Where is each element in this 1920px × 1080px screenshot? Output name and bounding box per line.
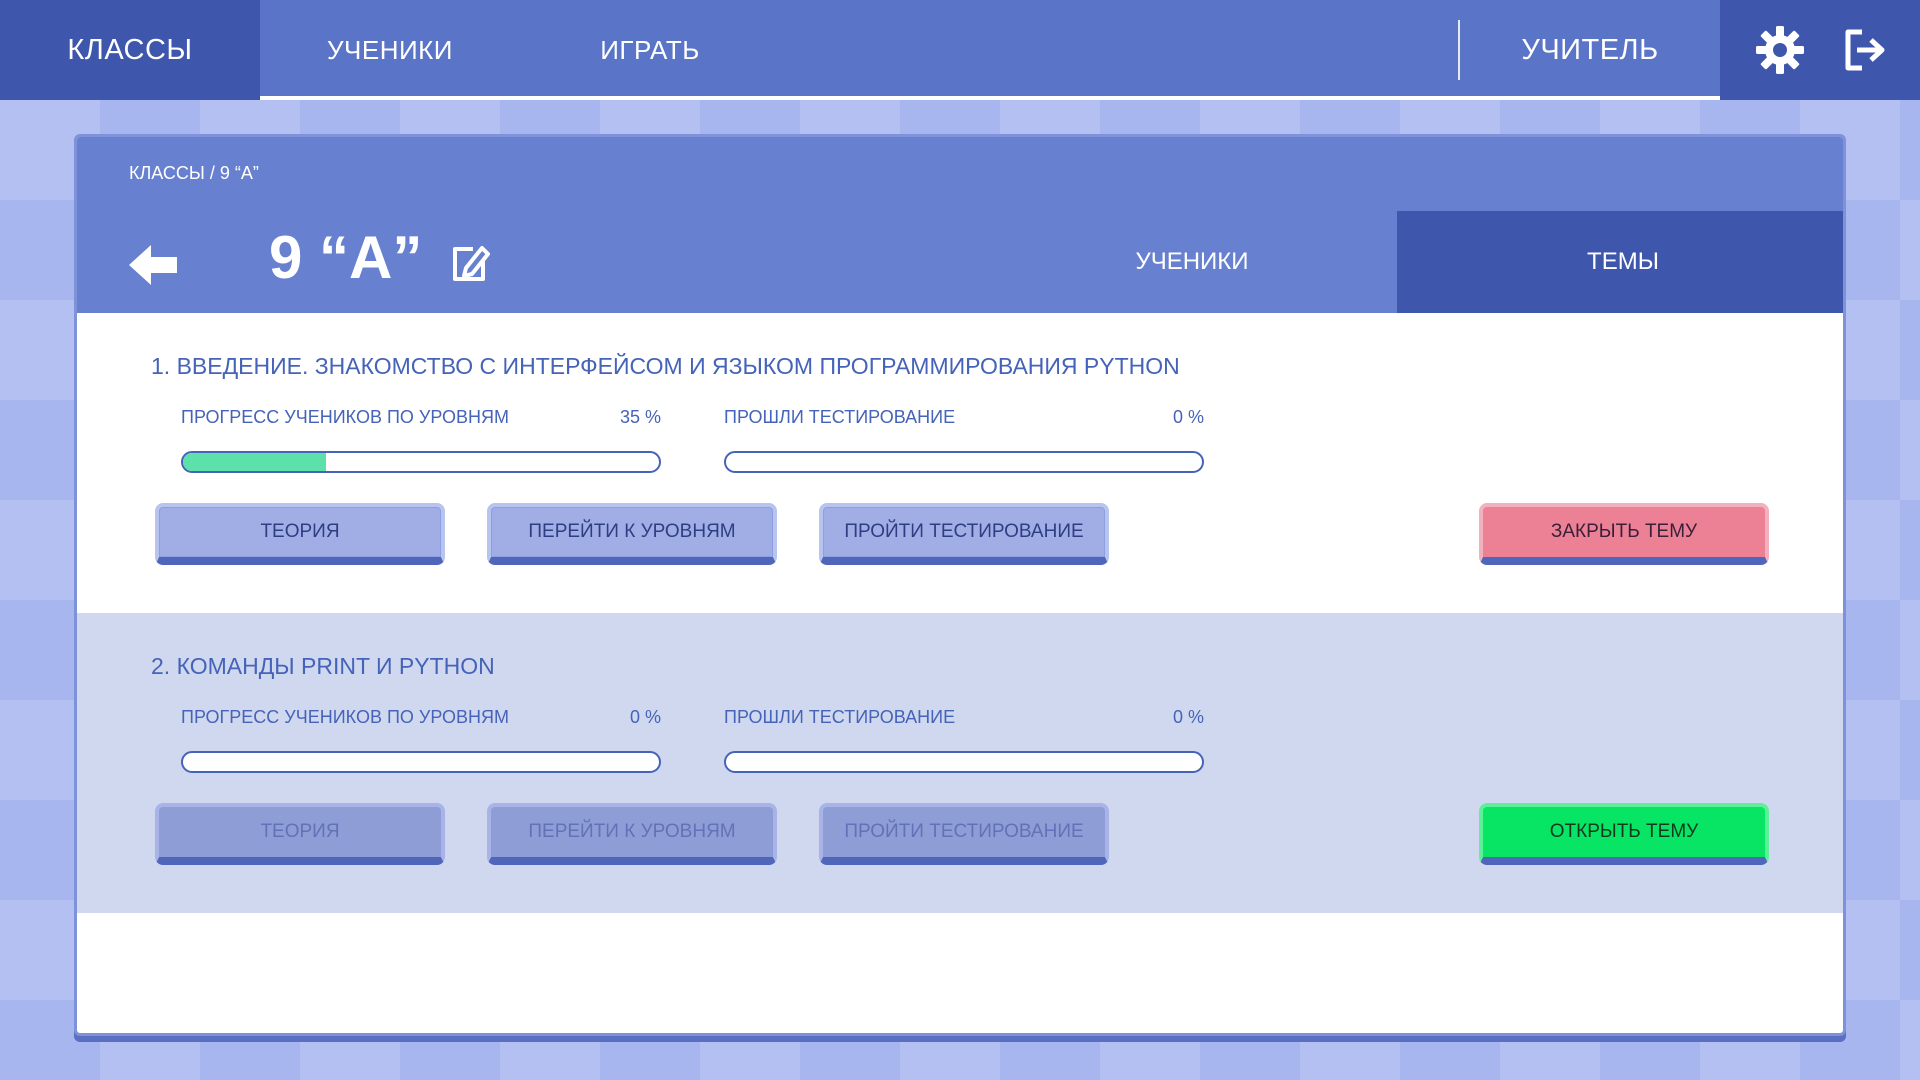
take-test-button[interactable]: ПРОЙТИ ТЕСТИРОВАНИЕ: [819, 803, 1109, 865]
test-label: ПРОШЛИ ТЕСТИРОВАНИЕ: [724, 707, 956, 727]
open-topic-button[interactable]: ОТКРЫТЬ ТЕМУ: [1479, 803, 1769, 865]
close-topic-button[interactable]: ЗАКРЫТЬ ТЕМУ: [1479, 503, 1769, 565]
progress-label: ПРОГРЕСС УЧЕНИКОВ ПО УРОВНЯМ: [181, 407, 509, 427]
panel-header: КЛАССЫ / 9 “А” 9 “А” УЧЕНИКИ ТЕМЫ: [77, 137, 1843, 313]
nav-user-role[interactable]: УЧИТЕЛЬ: [1480, 0, 1700, 100]
progress-fill: [183, 453, 326, 471]
nav-divider: [1458, 20, 1460, 80]
edit-icon[interactable]: [449, 243, 491, 285]
arrow-left-icon[interactable]: [125, 237, 181, 293]
progress-value: 0 %: [629, 707, 661, 727]
nav-tools: [1720, 0, 1920, 100]
test-progress-bar: [724, 751, 1204, 773]
top-nav-bar: КЛАССЫ УЧЕНИКИ ИГРАТЬ УЧИТЕЛЬ: [0, 0, 1920, 100]
test-progress-bar: [724, 451, 1204, 473]
go-to-levels-button[interactable]: ПЕРЕЙТИ К УРОВНЯМ: [487, 803, 777, 865]
nav-play[interactable]: ИГРАТЬ: [560, 0, 740, 100]
theory-button[interactable]: ТЕОРИЯ: [155, 803, 445, 865]
test-value: 0 %: [1172, 407, 1204, 427]
progress-bar: [181, 751, 661, 773]
class-title: 9 “А”: [269, 224, 423, 291]
nav-classes[interactable]: КЛАССЫ: [0, 0, 260, 100]
gear-icon[interactable]: [1755, 25, 1805, 75]
progress-label: ПРОГРЕСС УЧЕНИКОВ ПО УРОВНЯМ: [181, 707, 509, 727]
topic-title: 2. КОМАНДЫ PRINT И PYTHON: [151, 653, 495, 679]
go-to-levels-button[interactable]: ПЕРЕЙТИ К УРОВНЯМ: [487, 503, 777, 565]
logout-icon[interactable]: [1840, 25, 1890, 75]
test-value: 0 %: [1172, 707, 1204, 727]
breadcrumb[interactable]: КЛАССЫ / 9 “А”: [129, 163, 259, 184]
topic-card: 2. КОМАНДЫ PRINT И PYTHON ПРОГРЕСС УЧЕНИ…: [77, 613, 1843, 913]
nav-students[interactable]: УЧЕНИКИ: [290, 0, 490, 100]
tab-topics[interactable]: ТЕМЫ: [1397, 211, 1843, 313]
progress-bar: [181, 451, 661, 473]
progress-value: 35 %: [619, 407, 661, 427]
take-test-button[interactable]: ПРОЙТИ ТЕСТИРОВАНИЕ: [819, 503, 1109, 565]
topic-title: 1. ВВЕДЕНИЕ. ЗНАКОМСТВО С ИНТЕРФЕЙСОМ И …: [151, 353, 1180, 379]
test-label: ПРОШЛИ ТЕСТИРОВАНИЕ: [724, 407, 956, 427]
topic-card: 1. ВВЕДЕНИЕ. ЗНАКОМСТВО С ИНТЕРФЕЙСОМ И …: [77, 313, 1843, 613]
tab-students[interactable]: УЧЕНИКИ: [967, 211, 1417, 313]
class-panel: КЛАССЫ / 9 “А” 9 “А” УЧЕНИКИ ТЕМЫ 1. ВВЕ…: [74, 134, 1846, 1036]
theory-button[interactable]: ТЕОРИЯ: [155, 503, 445, 565]
